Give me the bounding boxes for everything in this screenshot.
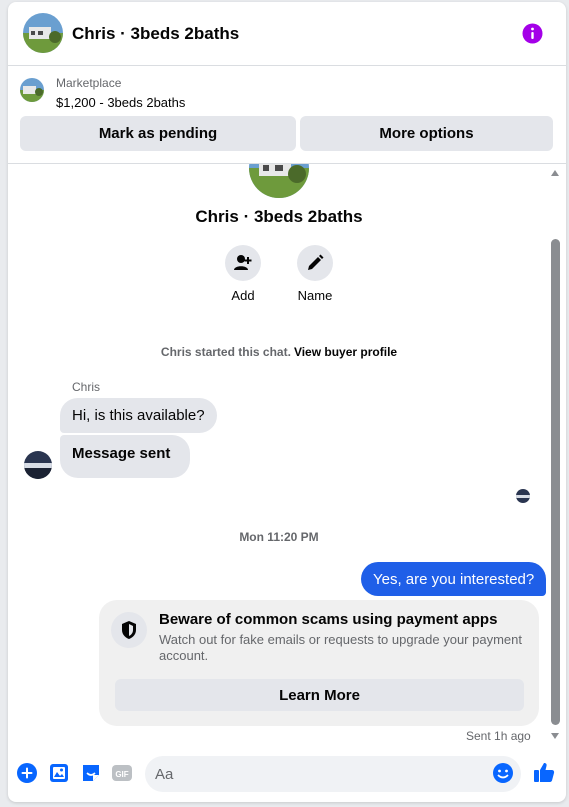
view-buyer-profile-link[interactable]: View buyer profile: [294, 345, 397, 359]
info-icon[interactable]: [522, 23, 543, 44]
pencil-icon[interactable]: [297, 245, 333, 281]
chat-started-notice: Chris started this chat. View buyer profi…: [8, 345, 550, 359]
chat-window: Chris · 3beds 2baths Marketplace $1,200 …: [8, 2, 566, 802]
learn-more-button[interactable]: Learn More: [115, 679, 524, 711]
svg-text:GIF: GIF: [115, 770, 128, 779]
name-label: Name: [297, 288, 333, 303]
listing-thumbnail[interactable]: [20, 78, 44, 102]
chat-started-text: Chris started this chat.: [160, 345, 291, 359]
scroll-down-arrow-icon[interactable]: [551, 733, 559, 739]
scroll-up-arrow-icon[interactable]: [551, 170, 559, 176]
marketplace-label: Marketplace: [56, 76, 122, 90]
conversation-title: Chris · 3beds 2baths: [72, 24, 240, 43]
profile-name: Chris · 3beds 2baths: [195, 207, 363, 226]
message-input[interactable]: [145, 756, 521, 792]
sender-name: Chris: [72, 380, 101, 394]
listing-price[interactable]: $1,200 - 3beds 2baths: [56, 95, 185, 110]
seen-avatar: [516, 489, 530, 503]
gif-icon[interactable]: GIF: [111, 762, 133, 784]
scam-warning-card: Beware of common scams using payment app…: [99, 600, 539, 726]
mark-pending-button[interactable]: Mark as pending: [20, 116, 296, 151]
emoji-icon[interactable]: [492, 762, 514, 784]
incoming-message[interactable]: Hi, is this available?: [60, 398, 217, 433]
photo-icon[interactable]: [48, 762, 70, 784]
shield-icon: [111, 612, 147, 648]
sender-avatar[interactable]: [24, 451, 52, 479]
timestamp: Mon 11:20 PM: [239, 530, 319, 544]
warning-title: Beware of common scams using payment app…: [159, 611, 498, 628]
sent-status: Sent 1h ago: [466, 729, 531, 743]
plus-icon[interactable]: [16, 762, 38, 784]
contact-avatar[interactable]: [23, 13, 63, 53]
warning-body: Watch out for fake emails or requests to…: [159, 632, 522, 663]
incoming-message[interactable]: Message sent: [60, 435, 191, 478]
outgoing-message[interactable]: Yes, are you interested?: [361, 562, 547, 596]
scroll-thumb[interactable]: [551, 239, 560, 725]
message-input-placeholder: Aa: [155, 766, 174, 783]
add-action[interactable]: Add: [213, 245, 273, 303]
add-person-icon[interactable]: [225, 245, 261, 281]
more-options-button[interactable]: More options: [300, 116, 553, 151]
chat-header: Chris · 3beds 2baths: [8, 2, 566, 66]
name-action[interactable]: Name: [285, 245, 345, 303]
add-label: Add: [231, 288, 255, 303]
sticker-icon[interactable]: [80, 762, 102, 784]
like-thumbs-up-icon[interactable]: [532, 760, 555, 782]
